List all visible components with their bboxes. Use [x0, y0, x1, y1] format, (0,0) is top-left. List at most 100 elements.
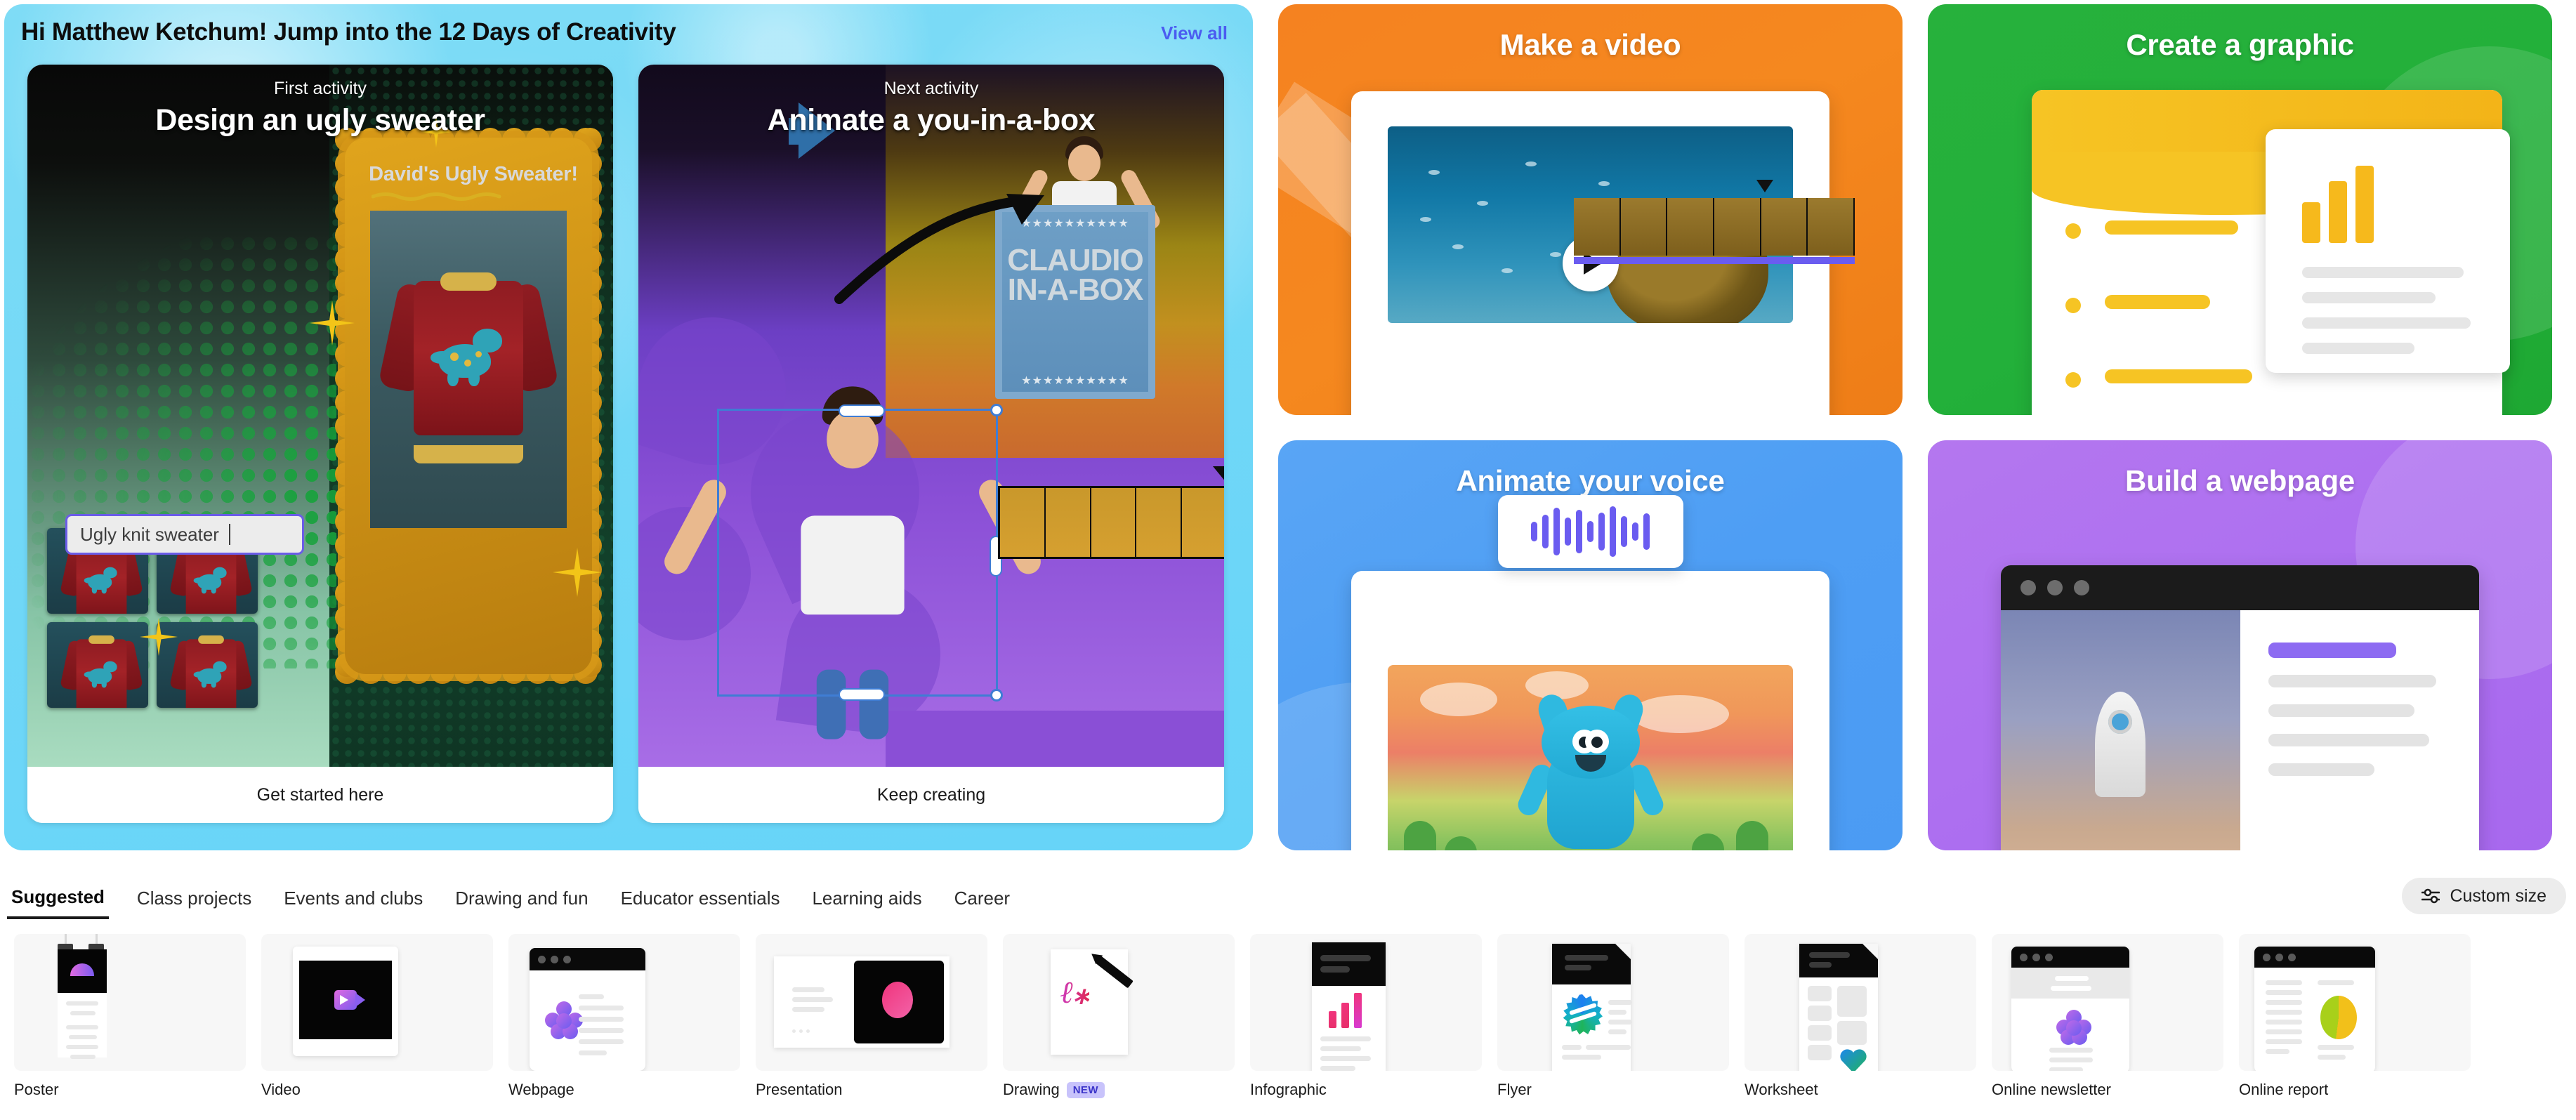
- template-label: Flyer: [1497, 1081, 1532, 1098]
- template-label: Drawing: [1003, 1081, 1060, 1098]
- template-label: Worksheet: [1744, 1081, 1818, 1098]
- activity-cta-next[interactable]: Keep creating: [638, 767, 1224, 823]
- hero-header: Hi Matthew Ketchum! Jump into the 12 Day…: [21, 18, 1236, 51]
- activity-kicker: First activity: [274, 79, 367, 98]
- tab-drawing-and-fun[interactable]: Drawing and fun: [451, 885, 592, 918]
- template-card-presentation[interactable]: Presentation: [756, 934, 987, 1099]
- template-card-online-report[interactable]: Online report: [2239, 934, 2471, 1099]
- tab-events-and-clubs[interactable]: Events and clubs: [280, 885, 427, 918]
- timeline-filmstrip[interactable]: [998, 486, 1224, 559]
- sweater-illustration: [378, 253, 559, 463]
- activity-title: Design an ugly sweater: [155, 103, 485, 137]
- template-label: Webpage: [508, 1081, 574, 1098]
- custom-size-button[interactable]: Custom size: [2402, 878, 2566, 914]
- template-card-poster[interactable]: Poster: [14, 934, 246, 1099]
- selection-bounding-box[interactable]: [717, 404, 1003, 701]
- template-thumbnail[interactable]: [756, 934, 987, 1071]
- home-page: Hi Matthew Ketchum! Jump into the 12 Day…: [0, 0, 2576, 1120]
- bar-chart-icon: [1329, 993, 1362, 1028]
- design-title: David's Ugly Sweater!: [369, 163, 578, 185]
- variant-thumbnail[interactable]: [47, 622, 148, 708]
- flower-icon: [545, 1001, 583, 1039]
- activity-artwork-youinabox: ★★★★★★★★★★ CLAUDIO IN-A-BOX ★★★★★★★★★★ N…: [638, 65, 1224, 767]
- template-label: Online newsletter: [1992, 1081, 2111, 1098]
- template-label-row: Online newsletter: [1992, 1081, 2223, 1099]
- resize-handle-corner[interactable]: [990, 689, 1003, 701]
- template-card-infographic[interactable]: Infographic: [1250, 934, 1482, 1099]
- template-label: Poster: [14, 1081, 59, 1098]
- category-tabs: Suggested Class projects Events and club…: [7, 883, 1014, 919]
- timeline-progress-bar[interactable]: [1574, 257, 1855, 264]
- activity-card-first[interactable]: David's Ugly Sweater! Ugly knit sweater …: [27, 65, 613, 823]
- resize-handle-corner[interactable]: [990, 404, 1003, 416]
- template-label-row: Drawing NEW: [1003, 1081, 1235, 1099]
- promo-card-create-a-graphic[interactable]: Create a graphic: [1928, 4, 2552, 415]
- video-timeline-strip[interactable]: [1574, 198, 1855, 256]
- doc-text-lines: [2105, 220, 2252, 415]
- template-label: Video: [261, 1081, 301, 1098]
- promo-card-build-a-webpage[interactable]: Build a webpage: [1928, 440, 2552, 850]
- sparkle-icon: [140, 618, 178, 656]
- template-thumbnail[interactable]: [261, 934, 493, 1071]
- template-thumbnail[interactable]: [2239, 934, 2471, 1071]
- template-card-webpage[interactable]: Webpage: [508, 934, 740, 1099]
- activity-title: Animate a you-in-a-box: [767, 103, 1096, 137]
- template-card-flyer[interactable]: Flyer: [1497, 934, 1729, 1099]
- template-label: Presentation: [756, 1081, 843, 1098]
- sliders-icon: [2421, 888, 2440, 904]
- browser-titlebar: [2254, 947, 2375, 968]
- promo-title: Build a webpage: [2125, 463, 2355, 497]
- activity-cards: David's Ugly Sweater! Ugly knit sweater …: [27, 65, 1224, 823]
- browser-titlebar: [530, 948, 645, 970]
- voice-scene-image: [1388, 664, 1793, 850]
- template-label-row: Presentation: [756, 1081, 987, 1099]
- template-label-row: Webpage: [508, 1081, 740, 1099]
- promo-title: Make a video: [1499, 28, 1681, 61]
- dinosaur-motif: [431, 320, 505, 388]
- tab-class-projects[interactable]: Class projects: [133, 885, 256, 918]
- video-camera-icon: [334, 990, 365, 1010]
- template-card-drawing[interactable]: ℓ⁎ Drawing NEW: [1003, 934, 1235, 1099]
- squiggle-underline: [372, 192, 501, 201]
- template-thumbnail[interactable]: [14, 934, 246, 1071]
- template-thumbnail[interactable]: ℓ⁎: [1003, 934, 1235, 1071]
- view-all-link[interactable]: View all: [1161, 22, 1228, 44]
- custom-size-label: Custom size: [2450, 885, 2547, 906]
- top-section: Hi Matthew Ketchum! Jump into the 12 Day…: [0, 0, 2576, 853]
- pie-chart-icon: [2320, 996, 2357, 1039]
- template-thumbnail[interactable]: [1992, 934, 2223, 1071]
- graphic-chart-card: [2266, 129, 2510, 373]
- template-card-video[interactable]: Video: [261, 934, 493, 1099]
- prompt-input-value: Ugly knit sweater: [80, 523, 219, 545]
- template-thumbnail[interactable]: [508, 934, 740, 1071]
- browser-text-lines: [2240, 610, 2479, 850]
- tab-career[interactable]: Career: [950, 885, 1014, 918]
- promo-card-make-a-video[interactable]: Make a video: [1278, 4, 1903, 415]
- tab-educator-essentials[interactable]: Educator essentials: [617, 885, 784, 918]
- template-thumbnail[interactable]: [1497, 934, 1729, 1071]
- new-badge: NEW: [1066, 1081, 1105, 1098]
- template-thumbnail[interactable]: [1250, 934, 1482, 1071]
- sparkle-icon: [553, 548, 602, 597]
- template-label-row: Flyer: [1497, 1081, 1729, 1099]
- template-card-online-newsletter[interactable]: Online newsletter: [1992, 934, 2223, 1099]
- waveform-icon: [1497, 494, 1683, 568]
- activity-cta-first[interactable]: Get started here: [27, 767, 613, 823]
- template-thumbnail[interactable]: [1744, 934, 1976, 1071]
- bar-chart-icon: [2302, 166, 2374, 243]
- promo-card-animate-your-voice[interactable]: Animate your voice: [1278, 440, 1903, 850]
- tab-suggested[interactable]: Suggested: [7, 883, 109, 919]
- resize-handle-bottom[interactable]: [839, 688, 885, 701]
- browser-titlebar: [2011, 947, 2129, 968]
- sweater-photo: [370, 211, 567, 528]
- hero-greeting: Hi Matthew Ketchum! Jump into the 12 Day…: [21, 18, 676, 46]
- text-caret: [228, 524, 230, 545]
- activity-card-next[interactable]: ★★★★★★★★★★ CLAUDIO IN-A-BOX ★★★★★★★★★★ N…: [638, 65, 1224, 823]
- prompt-input[interactable]: Ugly knit sweater: [65, 514, 304, 555]
- resize-handle-top[interactable]: [839, 404, 885, 417]
- video-editor-mock: [1351, 91, 1855, 415]
- tab-learning-aids[interactable]: Learning aids: [808, 885, 926, 918]
- template-card-worksheet[interactable]: Worksheet: [1744, 934, 1976, 1099]
- activity-artwork-sweater: David's Ugly Sweater! Ugly knit sweater …: [27, 65, 613, 767]
- promo-title: Animate your voice: [1456, 463, 1725, 497]
